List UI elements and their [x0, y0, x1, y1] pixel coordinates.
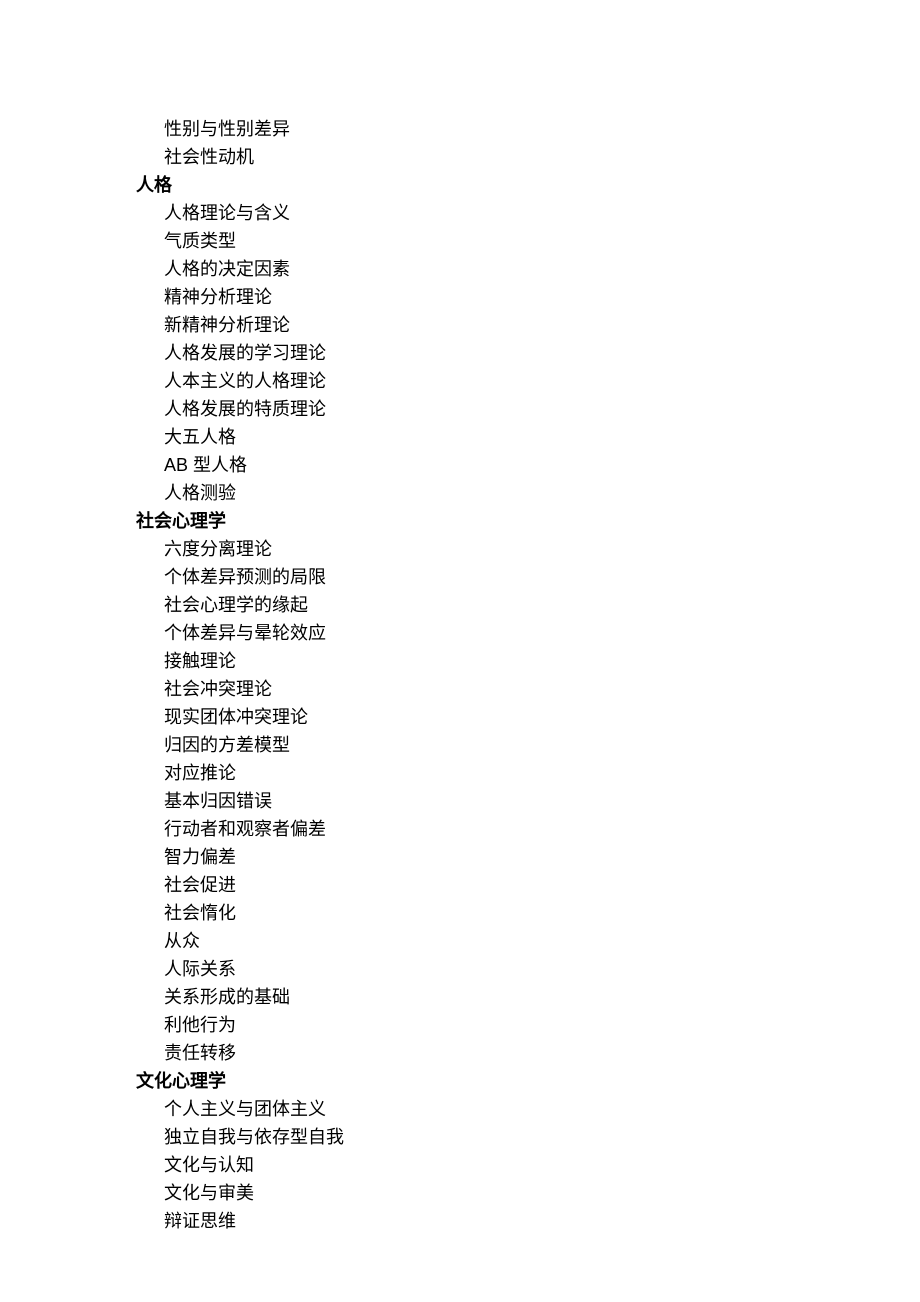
outline-item: 行动者和观察者偏差 — [136, 815, 820, 843]
outline-item: 性别与性别差异 — [136, 115, 820, 143]
outline-item: 从众 — [136, 927, 820, 955]
outline-item: 关系形成的基础 — [136, 983, 820, 1011]
outline-item: 社会惰化 — [136, 899, 820, 927]
outline-item: 辩证思维 — [136, 1207, 820, 1235]
outline-item: 责任转移 — [136, 1039, 820, 1067]
outline-item: 个体差异预测的局限 — [136, 563, 820, 591]
outline-item: 人格的决定因素 — [136, 255, 820, 283]
outline-item: 对应推论 — [136, 759, 820, 787]
outline-item: 大五人格 — [136, 423, 820, 451]
outline-item: 归因的方差模型 — [136, 731, 820, 759]
outline-item: 文化与认知 — [136, 1151, 820, 1179]
outline-item: 基本归因错误 — [136, 787, 820, 815]
outline-item: 精神分析理论 — [136, 283, 820, 311]
outline-item: 六度分离理论 — [136, 535, 820, 563]
outline-item: 人际关系 — [136, 955, 820, 983]
outline-item: AB 型人格 — [136, 451, 820, 479]
outline-content: 性别与性别差异社会性动机人格人格理论与含义气质类型人格的决定因素精神分析理论新精… — [0, 0, 920, 1235]
section-heading: 人格 — [136, 171, 820, 199]
outline-item: 人格理论与含义 — [136, 199, 820, 227]
outline-item: 接触理论 — [136, 647, 820, 675]
outline-item: 个体差异与晕轮效应 — [136, 619, 820, 647]
section-heading: 文化心理学 — [136, 1067, 820, 1095]
outline-item: 社会冲突理论 — [136, 675, 820, 703]
outline-item: 人格测验 — [136, 479, 820, 507]
outline-item: 人格发展的特质理论 — [136, 395, 820, 423]
outline-item: 利他行为 — [136, 1011, 820, 1039]
outline-item: 社会性动机 — [136, 143, 820, 171]
outline-item: 文化与审美 — [136, 1179, 820, 1207]
outline-item: 人本主义的人格理论 — [136, 367, 820, 395]
section-heading: 社会心理学 — [136, 507, 820, 535]
outline-item: 人格发展的学习理论 — [136, 339, 820, 367]
outline-item: 气质类型 — [136, 227, 820, 255]
outline-item: 社会心理学的缘起 — [136, 591, 820, 619]
outline-item: 新精神分析理论 — [136, 311, 820, 339]
outline-item: 现实团体冲突理论 — [136, 703, 820, 731]
outline-item: 智力偏差 — [136, 843, 820, 871]
outline-item: 社会促进 — [136, 871, 820, 899]
outline-item: 个人主义与团体主义 — [136, 1095, 820, 1123]
outline-item: 独立自我与依存型自我 — [136, 1123, 820, 1151]
